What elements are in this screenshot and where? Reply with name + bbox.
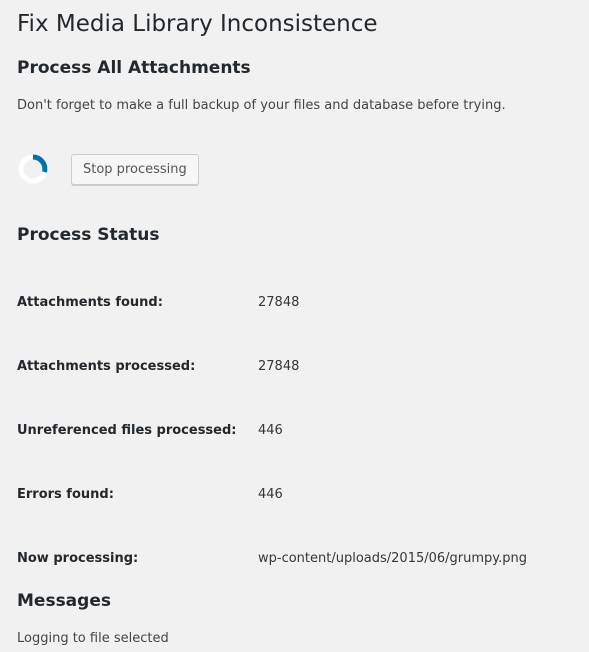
backup-notice: Don't forget to make a full backup of yo… (17, 98, 506, 113)
status-label: Attachments processed: (17, 359, 196, 374)
message-item: Logging to file selected (17, 631, 169, 646)
process-all-heading: Process All Attachments (17, 58, 251, 78)
status-value: 27848 (258, 359, 300, 374)
status-label: Unreferenced files processed: (17, 423, 237, 438)
page-title: Fix Media Library Inconsistence (17, 11, 378, 37)
status-row-errors-found: Errors found: 446 (17, 483, 577, 507)
process-status-heading: Process Status (17, 225, 160, 245)
status-value: 446 (258, 423, 283, 438)
status-value: wp-content/uploads/2015/06/grumpy.png (258, 551, 528, 566)
status-label: Now processing: (17, 551, 139, 566)
messages-heading: Messages (17, 591, 111, 611)
status-value: 446 (258, 487, 283, 502)
loading-spinner-icon (17, 153, 49, 185)
status-value: 27848 (258, 295, 300, 310)
status-row-attachments-found: Attachments found: 27848 (17, 291, 577, 315)
status-row-unreferenced-files: Unreferenced files processed: 446 (17, 419, 577, 443)
status-row-attachments-processed: Attachments processed: 27848 (17, 355, 577, 379)
status-label: Attachments found: (17, 295, 163, 310)
stop-processing-button[interactable]: Stop processing (71, 154, 199, 185)
status-row-now-processing: Now processing: wp-content/uploads/2015/… (17, 547, 577, 571)
status-label: Errors found: (17, 487, 114, 502)
